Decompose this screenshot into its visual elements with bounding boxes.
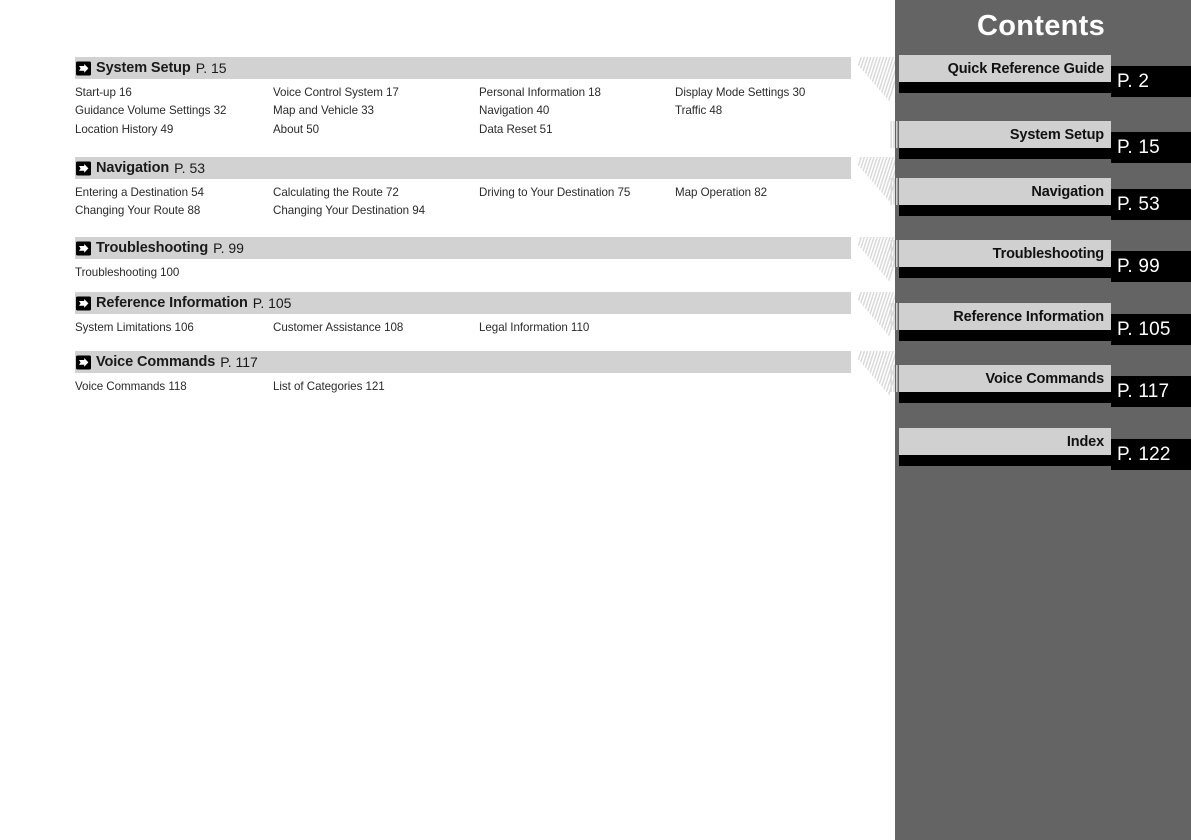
chapter-tab-page-box[interactable]: P. 105 xyxy=(1111,314,1191,345)
chapter-tab-underbar xyxy=(899,330,1111,341)
chapter-tab-label-box[interactable]: Voice Commands xyxy=(890,365,1111,392)
chapter-tab-label: Voice Commands xyxy=(985,370,1105,387)
chapter-tab[interactable]: Reference Information P. 105 xyxy=(890,303,1191,345)
toc-entry[interactable]: About 50 xyxy=(273,121,479,139)
toc-section-title: Troubleshooting xyxy=(96,240,209,256)
toc-section-page: P. 53 xyxy=(174,160,206,176)
toc-entry-grid: Start-up 16 Voice Control System 17 Person… xyxy=(75,84,865,139)
toc-section: Troubleshooting P. 99 Troubleshooting 100 xyxy=(75,237,896,289)
chapter-tab-underbar xyxy=(899,148,1111,159)
toc-section-header[interactable]: System Setup P. 15 xyxy=(75,57,896,109)
chapter-tab-page-number: P. 2 xyxy=(1117,70,1150,92)
chapter-tab[interactable]: Index P. 122 xyxy=(899,428,1191,470)
chapter-tab-label: Reference Information xyxy=(953,308,1104,325)
toc-section-header[interactable]: Navigation P. 53 xyxy=(75,157,896,209)
toc-section: Voice Commands P. 117 Voice Commands 118 Li… xyxy=(75,351,896,403)
chapter-tab-label-box[interactable]: System Setup xyxy=(890,121,1111,148)
toc-entry[interactable]: Driving to Your Destination 75 xyxy=(479,184,675,202)
toc-section-title: System Setup xyxy=(96,60,191,76)
toc-section-page: P. 99 xyxy=(213,240,244,256)
toc-section: Reference Information P. 105 System Limita… xyxy=(75,292,896,344)
toc-entry[interactable]: Map and Vehicle 33 xyxy=(273,102,479,120)
chapter-tab-page-number: P. 99 xyxy=(1117,255,1160,277)
toc-entry[interactable]: Traffic 48 xyxy=(675,102,865,120)
chapter-tab-page-box[interactable]: P. 53 xyxy=(1111,189,1191,220)
chapter-tab-underbar xyxy=(899,82,1111,93)
toc-section-title: Voice Commands xyxy=(96,354,216,370)
toc-entry[interactable]: Display Mode Settings 30 xyxy=(675,84,865,102)
arrow-right-box-icon xyxy=(76,296,91,311)
toc-entry[interactable]: Voice Control System 17 xyxy=(273,84,479,102)
toc-entry[interactable]: Calculating the Route 72 xyxy=(273,184,479,202)
arrow-right-box-icon xyxy=(76,61,91,76)
toc-section: System Setup P. 15 Start-up 16 Voice Contro… xyxy=(75,57,896,139)
page-title: Contents xyxy=(976,10,1106,42)
toc-entry[interactable]: Legal Information 110 xyxy=(479,319,675,337)
chapter-tab-label: Quick Reference Guide xyxy=(947,60,1105,77)
contents-page: System Setup P. 15 Start-up 16 Voice Contro… xyxy=(0,0,1191,840)
chapter-tab-underbar xyxy=(899,392,1111,403)
chapter-tab-page-number: P. 105 xyxy=(1117,318,1171,340)
toc-section-header[interactable]: Troubleshooting P. 99 xyxy=(75,237,896,289)
chapter-tab[interactable]: Navigation P. 53 xyxy=(890,178,1191,220)
toc-entry[interactable]: Voice Commands 118 xyxy=(75,378,273,396)
toc-section-page: P. 105 xyxy=(252,295,292,311)
chapter-tab[interactable]: Troubleshooting P. 99 xyxy=(890,240,1191,282)
toc-section-header[interactable]: Voice Commands P. 117 xyxy=(75,351,896,403)
toc-entry[interactable]: System Limitations 106 xyxy=(75,319,273,337)
chapter-tab-label-box[interactable]: Navigation xyxy=(890,178,1111,205)
toc-section-page: P. 117 xyxy=(220,354,258,370)
toc-entry[interactable]: Troubleshooting 100 xyxy=(75,264,273,282)
toc-entry[interactable]: Start-up 16 xyxy=(75,84,273,102)
arrow-right-box-icon xyxy=(76,355,91,370)
chapter-tab-sidebar: Contents Quick Reference Guide P. 2 System… xyxy=(890,0,1191,840)
chapter-tab-underbar xyxy=(899,205,1111,216)
toc-entry[interactable]: Location History 49 xyxy=(75,121,273,139)
toc-entry[interactable]: Entering a Destination 54 xyxy=(75,184,273,202)
chapter-tab-label: System Setup xyxy=(1009,126,1104,143)
table-of-contents: System Setup P. 15 Start-up 16 Voice Contro… xyxy=(0,0,896,840)
chapter-tab-page-number: P. 122 xyxy=(1117,443,1171,465)
toc-section-header[interactable]: Reference Information P. 105 xyxy=(75,292,896,344)
chapter-tab-page-box[interactable]: P. 99 xyxy=(1111,251,1191,282)
chapter-tab-page-number: P. 15 xyxy=(1117,136,1160,158)
chapter-tab[interactable]: Voice Commands P. 117 xyxy=(890,365,1191,407)
toc-entry-grid: Voice Commands 118 List of Categories 121 xyxy=(75,378,865,396)
chapter-tab-page-box[interactable]: P. 122 xyxy=(1111,439,1191,470)
chapter-tab-underbar xyxy=(899,455,1111,466)
toc-entry[interactable]: Data Reset 51 xyxy=(479,121,675,139)
chapter-tab-underbar xyxy=(899,267,1111,278)
toc-entry[interactable]: List of Categories 121 xyxy=(273,378,479,396)
chapter-tab-label-box[interactable]: Troubleshooting xyxy=(890,240,1111,267)
toc-section-title: Navigation xyxy=(96,160,170,176)
chapter-tab-page-box[interactable]: P. 117 xyxy=(1111,376,1191,407)
toc-entry[interactable]: Map Operation 82 xyxy=(675,184,865,202)
arrow-right-box-icon xyxy=(76,161,91,176)
toc-entry[interactable]: Customer Assistance 108 xyxy=(273,319,479,337)
toc-entry[interactable]: Guidance Volume Settings 32 xyxy=(75,102,273,120)
toc-entry[interactable]: Changing Your Destination 94 xyxy=(273,202,479,220)
chapter-tab-label: Troubleshooting xyxy=(992,245,1104,262)
toc-entry-grid: Entering a Destination 54 Calculating the… xyxy=(75,184,865,221)
toc-entry[interactable]: Changing Your Route 88 xyxy=(75,202,273,220)
toc-section: Navigation P. 53 Entering a Destination 54… xyxy=(75,157,896,221)
chapter-tab[interactable]: Quick Reference Guide P. 2 xyxy=(899,55,1191,97)
arrow-right-box-icon xyxy=(76,241,91,256)
toc-entry[interactable]: Personal Information 18 xyxy=(479,84,675,102)
chapter-tab-page-box[interactable]: P. 2 xyxy=(1111,66,1191,97)
toc-section-title: Reference Information xyxy=(96,295,248,311)
chapter-tab-label-box[interactable]: Reference Information xyxy=(890,303,1111,330)
chapter-tab-page-box[interactable]: P. 15 xyxy=(1111,132,1191,163)
chapter-tab-page-number: P. 53 xyxy=(1117,193,1160,215)
chapter-tab-label-box[interactable]: Quick Reference Guide xyxy=(899,55,1111,82)
toc-entry-grid: System Limitations 106 Customer Assistanc… xyxy=(75,319,865,337)
chapter-tab-page-number: P. 117 xyxy=(1117,380,1170,402)
chapter-tab-label: Navigation xyxy=(1031,183,1104,200)
toc-entry-grid: Troubleshooting 100 xyxy=(75,264,865,282)
toc-entry[interactable]: Navigation 40 xyxy=(479,102,675,120)
chapter-tab-label: Index xyxy=(1066,433,1104,450)
toc-section-page: P. 15 xyxy=(195,60,227,76)
chapter-tab-label-box[interactable]: Index xyxy=(899,428,1111,455)
chapter-tab[interactable]: System Setup P. 15 xyxy=(890,121,1191,163)
